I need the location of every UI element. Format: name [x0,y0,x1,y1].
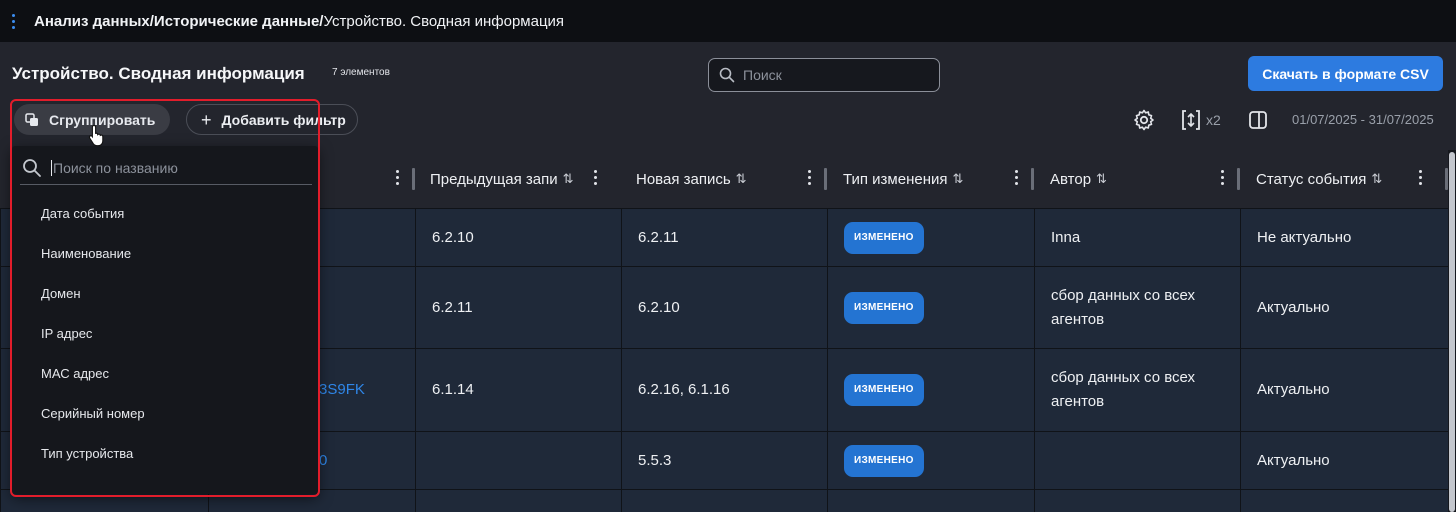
density-label: x2 [1206,112,1221,128]
cell-change-type [827,490,1034,512]
scrollbar-thumb[interactable] [1449,152,1455,512]
gear-icon [1134,109,1154,131]
highlight-frame [10,99,320,497]
cell-author: сбор данных со всех агентов [1034,349,1240,431]
cell-status [1240,490,1448,512]
cell-status: Не актуально [1240,209,1448,266]
cell-author [1034,432,1240,489]
item-count: 7 элементов [332,67,390,78]
breadcrumb-item-history[interactable]: Исторические данные/ [154,13,324,30]
breadcrumb: Анализ данных/ Исторические данные/ Устр… [34,13,564,30]
column-header-status[interactable]: Статус события ⇅ [1240,150,1448,208]
side-panel-button[interactable] [1248,106,1270,134]
cell-new: 6.2.16, 6.1.16 [621,349,827,431]
cell-new: 6.2.10 [621,267,827,348]
cell-status: Актуально [1240,432,1448,489]
column-header-author[interactable]: Автор ⇅ [1034,150,1240,208]
cell-previous [415,432,621,489]
cell-author [1034,490,1240,512]
column-menu-icon[interactable] [1419,170,1422,185]
cell-change-type: ИЗМЕНЕНО [827,432,1034,489]
cell-previous: 6.1.14 [415,349,621,431]
top-bar: Анализ данных/ Исторические данные/ Устр… [0,0,1456,42]
density-icon [1182,110,1200,130]
sort-icon[interactable]: ⇅ [736,171,747,187]
cell-author: Inna [1034,209,1240,266]
breadcrumb-item-analysis[interactable]: Анализ данных/ [34,13,154,30]
panel-icon [1249,111,1267,129]
cell-status: Актуально [1240,267,1448,348]
page-title: Устройство. Сводная информация [12,64,305,83]
cell-previous [415,490,621,512]
cell-status: Актуально [1240,349,1448,431]
settings-button[interactable] [1132,106,1158,134]
column-menu-icon[interactable] [1221,170,1224,185]
column-menu-icon[interactable] [1015,170,1018,185]
menu-dots-icon[interactable] [8,13,18,29]
cell-new [621,490,827,512]
column-header-change-type[interactable]: Тип изменения ⇅ [827,150,1034,208]
status-badge: ИЗМЕНЕНО [844,374,924,406]
row-density-button[interactable]: x2 [1180,106,1228,134]
column-header-new[interactable]: Новая запись ⇅ [621,150,827,208]
sort-icon[interactable]: ⇅ [563,171,574,187]
cell-new: 6.2.11 [621,209,827,266]
cell-change-type: ИЗМЕНЕНО [827,349,1034,431]
date-range[interactable]: 01/07/2025 - 31/07/2025 [1292,112,1434,127]
search-box[interactable] [708,58,940,92]
column-menu-icon[interactable] [808,170,811,185]
vertical-scrollbar[interactable] [1448,150,1456,512]
column-menu-icon[interactable] [396,170,399,185]
cell-change-type: ИЗМЕНЕНО [827,209,1034,266]
cell-change-type: ИЗМЕНЕНО [827,267,1034,348]
search-input[interactable] [743,67,923,83]
status-badge: ИЗМЕНЕНО [844,291,924,324]
cell-previous: 6.2.10 [415,209,621,266]
cell-new: 5.5.3 [621,432,827,489]
search-icon [719,67,735,83]
status-badge: ИЗМЕНЕНО [844,221,924,254]
cell-previous: 6.2.11 [415,267,621,348]
sort-icon[interactable]: ⇅ [953,171,964,187]
pointer-cursor-icon [88,124,104,146]
status-badge: ИЗМЕНЕНО [844,444,924,477]
cell-author: сбор данных со всех агентов [1034,267,1240,348]
sort-icon[interactable]: ⇅ [1371,171,1382,187]
column-menu-icon[interactable] [594,170,597,185]
sort-icon[interactable]: ⇅ [1096,171,1107,187]
column-header-previous[interactable]: Предыдущая запи ⇅ [415,150,621,208]
breadcrumb-item-current: Устройство. Сводная информация [323,12,565,30]
download-csv-button[interactable]: Скачать в формате CSV [1248,56,1443,91]
